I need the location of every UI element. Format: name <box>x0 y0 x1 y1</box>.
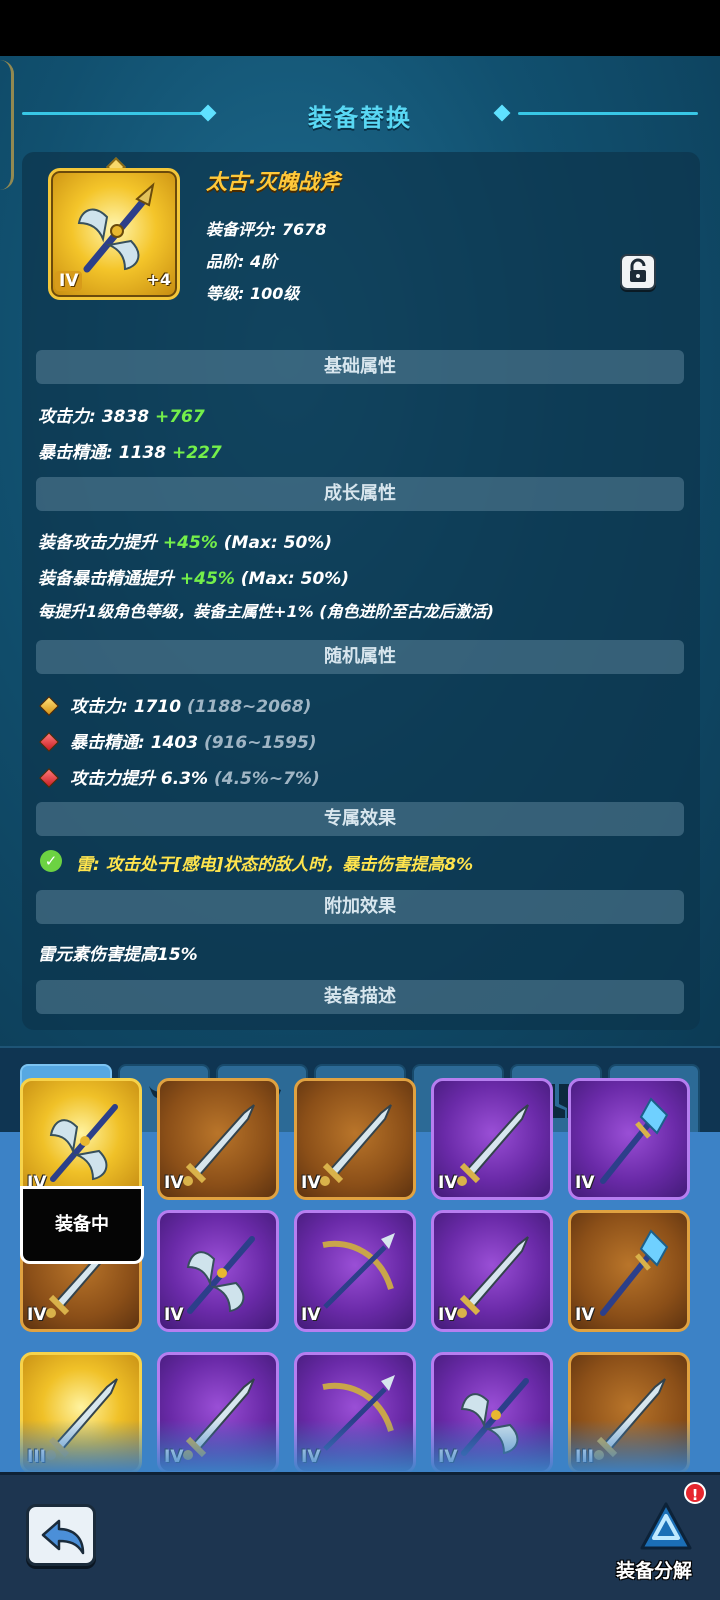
slot-grade: IV <box>575 1305 595 1325</box>
item-grade-badge: IV <box>55 271 83 291</box>
random-attr-range: (4.5%~7%) <box>214 769 320 789</box>
slot-grade: IV <box>438 1173 458 1193</box>
item-name: 太古·灭魄战斧 <box>206 170 340 194</box>
back-button[interactable] <box>26 1504 96 1566</box>
random-attr-row: 攻击力提升 6.3% (4.5%~7%) <box>38 764 320 789</box>
growth-attr-max: (Max: 50%) <box>223 533 333 553</box>
recycle-icon <box>640 1502 692 1550</box>
decompose-label[interactable]: 装备分解 <box>616 1556 692 1583</box>
random-attr-range: (916~1595) <box>203 733 317 753</box>
item-tier-value: 4阶 <box>249 252 278 271</box>
base-attr-crit: 暴击精通: 1138 +227 <box>38 438 222 463</box>
slot-grade: IV <box>164 1305 184 1325</box>
equipped-label: 装备中 <box>20 1186 144 1264</box>
checkmark-icon: ✓ <box>40 850 62 872</box>
growth-attr-max: (Max: 50%) <box>240 569 350 589</box>
inventory-slot[interactable]: IV <box>431 1210 553 1332</box>
slot-grade: IV <box>301 1173 321 1193</box>
item-tier-label: 品阶: <box>206 252 245 271</box>
inventory-slot[interactable]: IV <box>20 1078 142 1200</box>
extra-effect-text: 雷元素伤害提高15% <box>38 945 198 965</box>
item-level-label: 等级: <box>206 284 245 303</box>
item-score-label: 装备评分: <box>206 220 277 239</box>
inventory-slot[interactable]: IV <box>294 1078 416 1200</box>
growth-attr-value: +45% <box>179 569 235 589</box>
growth-attr-label: 装备攻击力提升 <box>38 533 157 553</box>
red-diamond-icon <box>39 732 59 752</box>
sword-icon <box>183 1104 255 1186</box>
growth-attr-label: 装备暴击精通提升 <box>38 569 174 589</box>
base-attr-bonus: +227 <box>171 443 222 463</box>
growth-attr-level-scaling: 每提升1级角色等级，装备主属性+1% (角色进阶至古龙后激活) <box>38 602 494 621</box>
bottom-bar <box>0 1472 720 1600</box>
axe-icon <box>49 1104 118 1182</box>
lock-open-icon <box>630 258 646 282</box>
base-attr-value: 1138 <box>118 443 167 463</box>
growth-attr-attack: 装备攻击力提升 +45% (Max: 50%) <box>38 528 332 553</box>
slot-grade: IV <box>438 1305 458 1325</box>
slot-grade: IV <box>301 1305 321 1325</box>
section-base-attributes: 基础属性 <box>36 350 684 384</box>
sword-icon <box>457 1104 529 1186</box>
item-level-value: 100级 <box>249 284 300 303</box>
item-score-value: 7678 <box>281 220 327 239</box>
section-exclusive-effect: 专属效果 <box>36 802 684 836</box>
staff-icon <box>600 1097 669 1184</box>
base-attr-label: 暴击精通: <box>38 443 113 463</box>
base-attr-label: 攻击力: <box>38 407 96 427</box>
red-diamond-icon <box>39 768 59 788</box>
decompose-button[interactable] <box>636 1500 696 1556</box>
back-arrow-icon <box>41 1519 85 1555</box>
gold-diamond-icon <box>39 696 59 716</box>
random-attr-range: (1188~2068) <box>186 697 312 717</box>
inventory-slot[interactable]: IV <box>568 1078 690 1200</box>
section-growth-attributes: 成长属性 <box>36 477 684 511</box>
sword-icon <box>320 1104 392 1186</box>
title-row: 装备替换 <box>0 92 720 134</box>
section-description[interactable]: 装备描述 <box>36 980 684 1014</box>
slot-grade: IV <box>575 1173 595 1193</box>
base-attr-value: 3838 <box>101 407 150 427</box>
random-attr-text: 攻击力: 1710 <box>70 697 182 717</box>
growth-attr-value: +45% <box>162 533 218 553</box>
item-icon[interactable]: IV +4 <box>48 168 180 300</box>
inventory-slot[interactable]: IV <box>157 1078 279 1200</box>
inventory-slot[interactable]: IV <box>157 1210 279 1332</box>
random-attr-text: 攻击力提升 6.3% <box>70 769 209 789</box>
section-extra-effect: 附加效果 <box>36 890 684 924</box>
item-tier-row: 品阶: 4阶 <box>206 248 277 272</box>
random-attr-row: 暴击精通: 1403 (916~1595) <box>38 728 317 753</box>
growth-attr-crit: 装备暴击精通提升 +45% (Max: 50%) <box>38 564 349 589</box>
title-line-right <box>518 112 698 115</box>
item-enhance-level: +4 <box>146 270 171 289</box>
staff-icon <box>600 1229 669 1316</box>
inventory-slot[interactable]: IV <box>294 1210 416 1332</box>
lock-button[interactable] <box>620 254 656 290</box>
crossbow-icon <box>322 1233 395 1309</box>
base-attr-bonus: +767 <box>154 407 205 427</box>
base-attr-attack: 攻击力: 3838 +767 <box>38 402 205 427</box>
inventory-slot[interactable]: IV <box>568 1210 690 1332</box>
item-score-row: 装备评分: 7678 <box>206 216 327 240</box>
status-bar <box>0 0 720 56</box>
slot-grade: IV <box>27 1305 47 1325</box>
section-random-attributes: 随机属性 <box>36 640 684 674</box>
inventory-slot[interactable]: IV <box>431 1078 553 1200</box>
random-attr-text: 暴击精通: 1403 <box>70 733 199 753</box>
page-title: 装备替换 <box>308 104 412 132</box>
slot-grade: IV <box>164 1173 184 1193</box>
notification-badge: ! <box>684 1482 706 1504</box>
item-level-row: 等级: 100级 <box>206 280 299 304</box>
sword-icon <box>457 1236 529 1318</box>
axe-icon <box>186 1236 255 1314</box>
random-attr-row: 攻击力: 1710 (1188~2068) <box>38 692 311 717</box>
exclusive-effect-text: 雷: 攻击处于[感电]状态的敌人时，暴击伤害提高8% <box>76 855 474 875</box>
inventory-fade <box>0 1420 720 1472</box>
